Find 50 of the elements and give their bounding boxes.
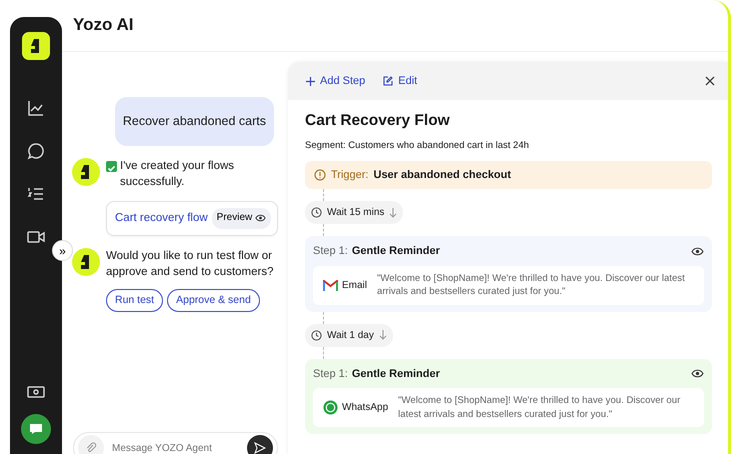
channel-label: Email xyxy=(342,278,368,293)
preview-button[interactable] xyxy=(691,369,704,378)
bot-avatar xyxy=(72,248,100,276)
preview-button[interactable]: Preview xyxy=(212,208,272,229)
arrow-down-icon xyxy=(389,208,398,218)
channel-label: WhatsApp xyxy=(342,401,388,416)
app-logo[interactable] xyxy=(22,32,50,60)
step-name: Gentle Reminder xyxy=(352,366,440,382)
preview-button[interactable] xyxy=(691,247,704,256)
trigger-label: Trigger: xyxy=(331,168,368,183)
action-button[interactable]: Run test xyxy=(106,288,164,312)
bot-message: I've created your flows successfully. xyxy=(120,158,236,190)
message-text: "Welcome to [ShopName]! We're thrilled to have you. Discover our latest arrivals and bestsellers curated just for you." xyxy=(377,272,686,299)
step-name: Gentle Reminder xyxy=(352,244,440,260)
chart-icon[interactable] xyxy=(26,98,46,118)
bot-avatar xyxy=(72,158,100,186)
attach-icon[interactable] xyxy=(78,435,104,454)
step-label: Step 1: xyxy=(313,244,348,260)
clock-icon xyxy=(311,207,322,218)
flow-link[interactable]: Cart recovery flow xyxy=(115,210,208,227)
edit-icon xyxy=(383,76,394,86)
toolbar-button[interactable]: Add Step xyxy=(306,72,366,90)
expand-toggle[interactable]: » xyxy=(52,240,73,261)
app-title: Yozo AI xyxy=(73,15,134,36)
eye-icon xyxy=(255,214,266,222)
alert-icon xyxy=(314,169,326,182)
user-message: Recover abandoned carts xyxy=(114,97,274,146)
mail-icon xyxy=(323,280,338,291)
flow-title: Cart Recovery Flow xyxy=(305,112,451,131)
whatsapp-icon xyxy=(323,400,338,416)
segment-text: Segment: Customers who abandoned cart in last 24h xyxy=(305,138,530,153)
action-button[interactable]: Approve & send xyxy=(167,288,260,312)
wait-text: Wait 15 mins xyxy=(327,206,384,220)
plus-icon xyxy=(306,76,315,86)
step-label: Step 1: xyxy=(313,366,348,382)
message-field[interactable]: Message YOZO Agent xyxy=(73,432,278,454)
message-input[interactable]: Message YOZO Agent xyxy=(110,440,241,454)
send-button[interactable] xyxy=(247,435,273,454)
message-text: "Welcome to [ShopName]! We're thrilled to have you. Discover our latest arrivals and bestsellers curated just for you." xyxy=(398,394,682,422)
message-icon xyxy=(29,423,43,435)
send-icon xyxy=(254,442,266,454)
toolbar-button[interactable]: Edit xyxy=(383,72,418,90)
support-chat-button[interactable] xyxy=(21,414,51,444)
bot-message: Would you like to run test flow or approve and send to customers? xyxy=(106,248,274,280)
clock-icon xyxy=(311,330,322,341)
wait-text: Wait 1 day xyxy=(327,328,374,343)
chat-icon[interactable] xyxy=(26,141,46,161)
arrow-down-icon xyxy=(378,330,387,340)
trigger-value: User abandoned checkout xyxy=(374,168,512,183)
close-button[interactable] xyxy=(704,75,716,87)
